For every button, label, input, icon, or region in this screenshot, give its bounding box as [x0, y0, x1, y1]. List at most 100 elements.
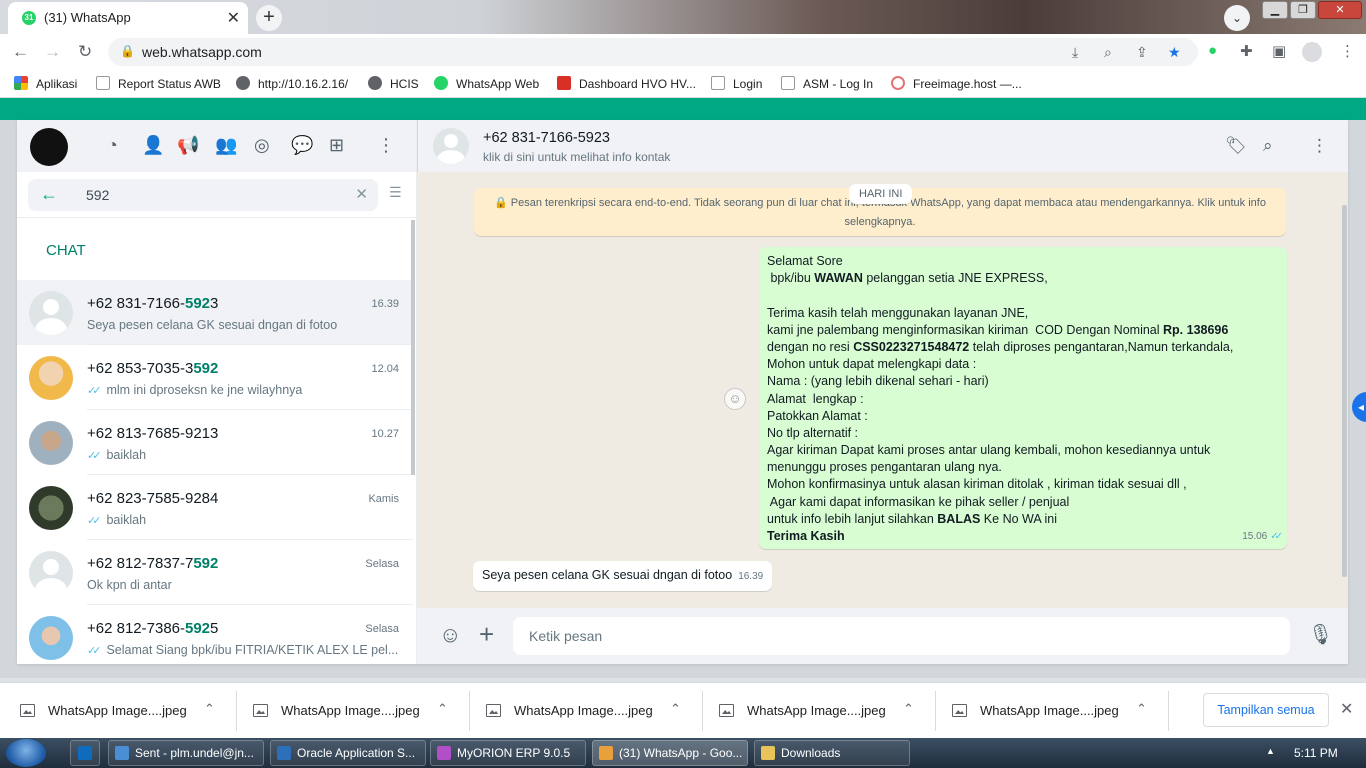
- menu-kebab-icon[interactable]: ⋮: [377, 135, 395, 156]
- download-item[interactable]: WhatsApp Image....jpeg ⌃: [466, 683, 703, 739]
- forward-icon[interactable]: →: [44, 42, 61, 62]
- emoji-icon[interactable]: ☺: [439, 622, 461, 648]
- maximize-button[interactable]: ❐: [1290, 1, 1316, 19]
- tab-search-button[interactable]: ⌄: [1224, 5, 1250, 31]
- attach-plus-icon[interactable]: +: [479, 619, 494, 650]
- clock[interactable]: 5:11 PM: [1294, 746, 1338, 760]
- taskbar-item[interactable]: Oracle Application S...: [270, 740, 426, 766]
- download-item[interactable]: WhatsApp Image....jpeg ⌃: [0, 683, 237, 739]
- bookmark-freeimage[interactable]: Freeimage.host —...: [891, 76, 1022, 91]
- bookmark-login[interactable]: Login: [711, 76, 762, 91]
- image-file-icon: [486, 704, 501, 717]
- filter-icon[interactable]: ☰: [389, 184, 402, 201]
- chat-list-item[interactable]: +62 853-7035-3592 12.04 ✓✓ mlm ini dproseks…: [17, 345, 413, 410]
- download-filename: WhatsApp Image....jpeg: [980, 703, 1119, 718]
- menu-kebab-icon[interactable]: ⋮: [1311, 136, 1328, 156]
- message-line: Selamat Sore: [767, 254, 843, 268]
- communities-icon[interactable]: 👥: [215, 135, 237, 156]
- start-button[interactable]: [6, 739, 46, 767]
- conversation-header[interactable]: +62 831-7166-5923 klik di sini untuk mel…: [417, 120, 1348, 172]
- outlook-icon[interactable]: [70, 740, 100, 766]
- chevron-up-icon[interactable]: ⌃: [903, 701, 914, 717]
- chat-avatar: [29, 616, 73, 660]
- download-item[interactable]: WhatsApp Image....jpeg ⌃: [699, 683, 936, 739]
- chevron-up-icon[interactable]: ⌃: [204, 701, 215, 717]
- taskbar-item[interactable]: MyORION ERP 9.0.5: [430, 740, 586, 766]
- bookmark-whatsapp-web[interactable]: WhatsApp Web: [434, 76, 539, 91]
- page-icon: [711, 76, 725, 90]
- chat-last-message: ✓✓ mlm ini dproseksn ke jne wilayhnya: [87, 383, 303, 397]
- search-input[interactable]: ← 592 ✕: [28, 179, 378, 211]
- bookmark-dashboard-hvo[interactable]: Dashboard HVO HV...: [557, 76, 696, 91]
- url-text[interactable]: web.whatsapp.com: [142, 44, 262, 60]
- status-icon[interactable]: ◔: [107, 135, 118, 156]
- clear-search-icon[interactable]: ✕: [355, 185, 368, 203]
- double-tick-icon: ✓✓: [87, 515, 102, 527]
- contact-avatar[interactable]: [433, 128, 469, 164]
- chat-last-message: ✓✓ Selamat Siang bpk/ibu FITRIA/KETIK ALE…: [87, 643, 399, 657]
- address-bar[interactable]: 🔒 web.whatsapp.com ⤓ ⌕ ⇪ ★: [108, 38, 1198, 66]
- conversation-scrollbar[interactable]: [1342, 205, 1347, 577]
- puzzle-icon[interactable]: ✚: [1240, 42, 1253, 60]
- chat-list-item[interactable]: +62 831-7166-5923 16.39 Seya pesen celana …: [17, 280, 413, 345]
- profile-icon[interactable]: [1302, 42, 1322, 62]
- chevron-up-icon[interactable]: ⌃: [1136, 701, 1147, 717]
- chat-list-item[interactable]: +62 813-7685-9213 10.27 ✓✓ baiklah: [17, 410, 413, 475]
- message-input[interactable]: [513, 617, 1290, 655]
- bookmark-label: Freeimage.host —...: [913, 77, 1022, 91]
- bookmark-hcis[interactable]: HCIS: [368, 76, 419, 91]
- zoom-icon[interactable]: ⌕: [1104, 44, 1112, 61]
- tab-strip: 31 (31) WhatsApp ✕ + ⌄ ▁ ❐ ✕: [0, 0, 1366, 34]
- bookmark-label: Aplikasi: [36, 77, 78, 91]
- download-item[interactable]: WhatsApp Image....jpeg ⌃: [233, 683, 470, 739]
- my-avatar[interactable]: [30, 128, 68, 166]
- tray-expand-icon[interactable]: ▲: [1266, 746, 1275, 756]
- chevron-up-icon[interactable]: ⌃: [670, 701, 681, 717]
- window-close-button[interactable]: ✕: [1318, 1, 1362, 19]
- bookmark-star-icon[interactable]: ★: [1168, 44, 1181, 61]
- install-icon[interactable]: ⤓: [1072, 44, 1078, 61]
- side-panel-icon[interactable]: ▣: [1272, 42, 1286, 60]
- chat-list-item[interactable]: +62 823-7585-9284 Kamis ✓✓ baiklah: [17, 475, 413, 540]
- back-arrow-icon[interactable]: ←: [40, 184, 58, 205]
- contact-name[interactable]: +62 831-7166-5923: [483, 130, 610, 146]
- chat-name: +62 823-7585-9284: [87, 490, 219, 507]
- label-tag-icon[interactable]: 🏷: [1225, 136, 1247, 156]
- bookmark-asm[interactable]: ASM - Log In: [781, 76, 873, 91]
- add-contact-icon[interactable]: 👤: [142, 135, 164, 156]
- browser-tab[interactable]: 31 (31) WhatsApp ✕: [8, 2, 248, 34]
- bookmark-label: HCIS: [390, 77, 419, 91]
- incoming-message[interactable]: Seya pesen celana GK sesuai dngan di fot…: [473, 561, 773, 591]
- microphone-icon[interactable]: 🎙: [1308, 622, 1333, 647]
- menu-kebab-icon[interactable]: ⋮: [1340, 42, 1355, 60]
- new-chat-icon[interactable]: ⊞: [329, 135, 344, 156]
- extension-icon[interactable]: ●: [1208, 42, 1217, 59]
- chat-list-scrollbar[interactable]: [411, 220, 415, 475]
- minimize-button[interactable]: ▁: [1262, 1, 1288, 19]
- outgoing-message[interactable]: Selamat Sore bpk/ibu WAWAN pelanggan set…: [759, 247, 1287, 549]
- share-icon[interactable]: ⇪: [1136, 44, 1148, 61]
- chat-bubble-icon[interactable]: 💬: [291, 135, 313, 156]
- download-item[interactable]: WhatsApp Image....jpeg ⌃: [932, 683, 1169, 739]
- message-line: Terima Kasih: [767, 529, 845, 543]
- chat-list-item[interactable]: +62 812-7386-5925 Selasa ✓✓ Selamat Siang b…: [17, 605, 413, 664]
- taskbar-item[interactable]: Downloads: [754, 740, 910, 766]
- bookmark-ip[interactable]: http://10.16.2.16/: [236, 76, 348, 91]
- taskbar-item[interactable]: (31) WhatsApp - Goo...: [592, 740, 748, 766]
- bookmark-report-awb[interactable]: Report Status AWB: [96, 76, 221, 91]
- chat-list-item[interactable]: +62 812-7837-7592 Selasa Ok kpn di antar: [17, 540, 413, 605]
- taskbar-item[interactable]: Sent - plm.undel@jn...: [108, 740, 264, 766]
- tab-close-icon[interactable]: ✕: [227, 8, 240, 28]
- reload-icon[interactable]: ↻: [78, 42, 92, 62]
- search-value[interactable]: 592: [86, 187, 109, 203]
- show-all-downloads-button[interactable]: Tampilkan semua: [1203, 693, 1329, 727]
- emoji-reaction-icon[interactable]: ☺: [724, 388, 746, 410]
- broadcast-icon[interactable]: 📢: [177, 135, 199, 156]
- channels-icon[interactable]: ◎: [254, 135, 270, 156]
- close-shelf-icon[interactable]: ✕: [1340, 699, 1353, 719]
- chevron-up-icon[interactable]: ⌃: [437, 701, 448, 717]
- new-tab-button[interactable]: +: [256, 5, 282, 31]
- bookmark-apps[interactable]: Aplikasi: [14, 76, 77, 91]
- search-icon[interactable]: ⌕: [1263, 136, 1273, 156]
- back-icon[interactable]: ←: [12, 42, 29, 62]
